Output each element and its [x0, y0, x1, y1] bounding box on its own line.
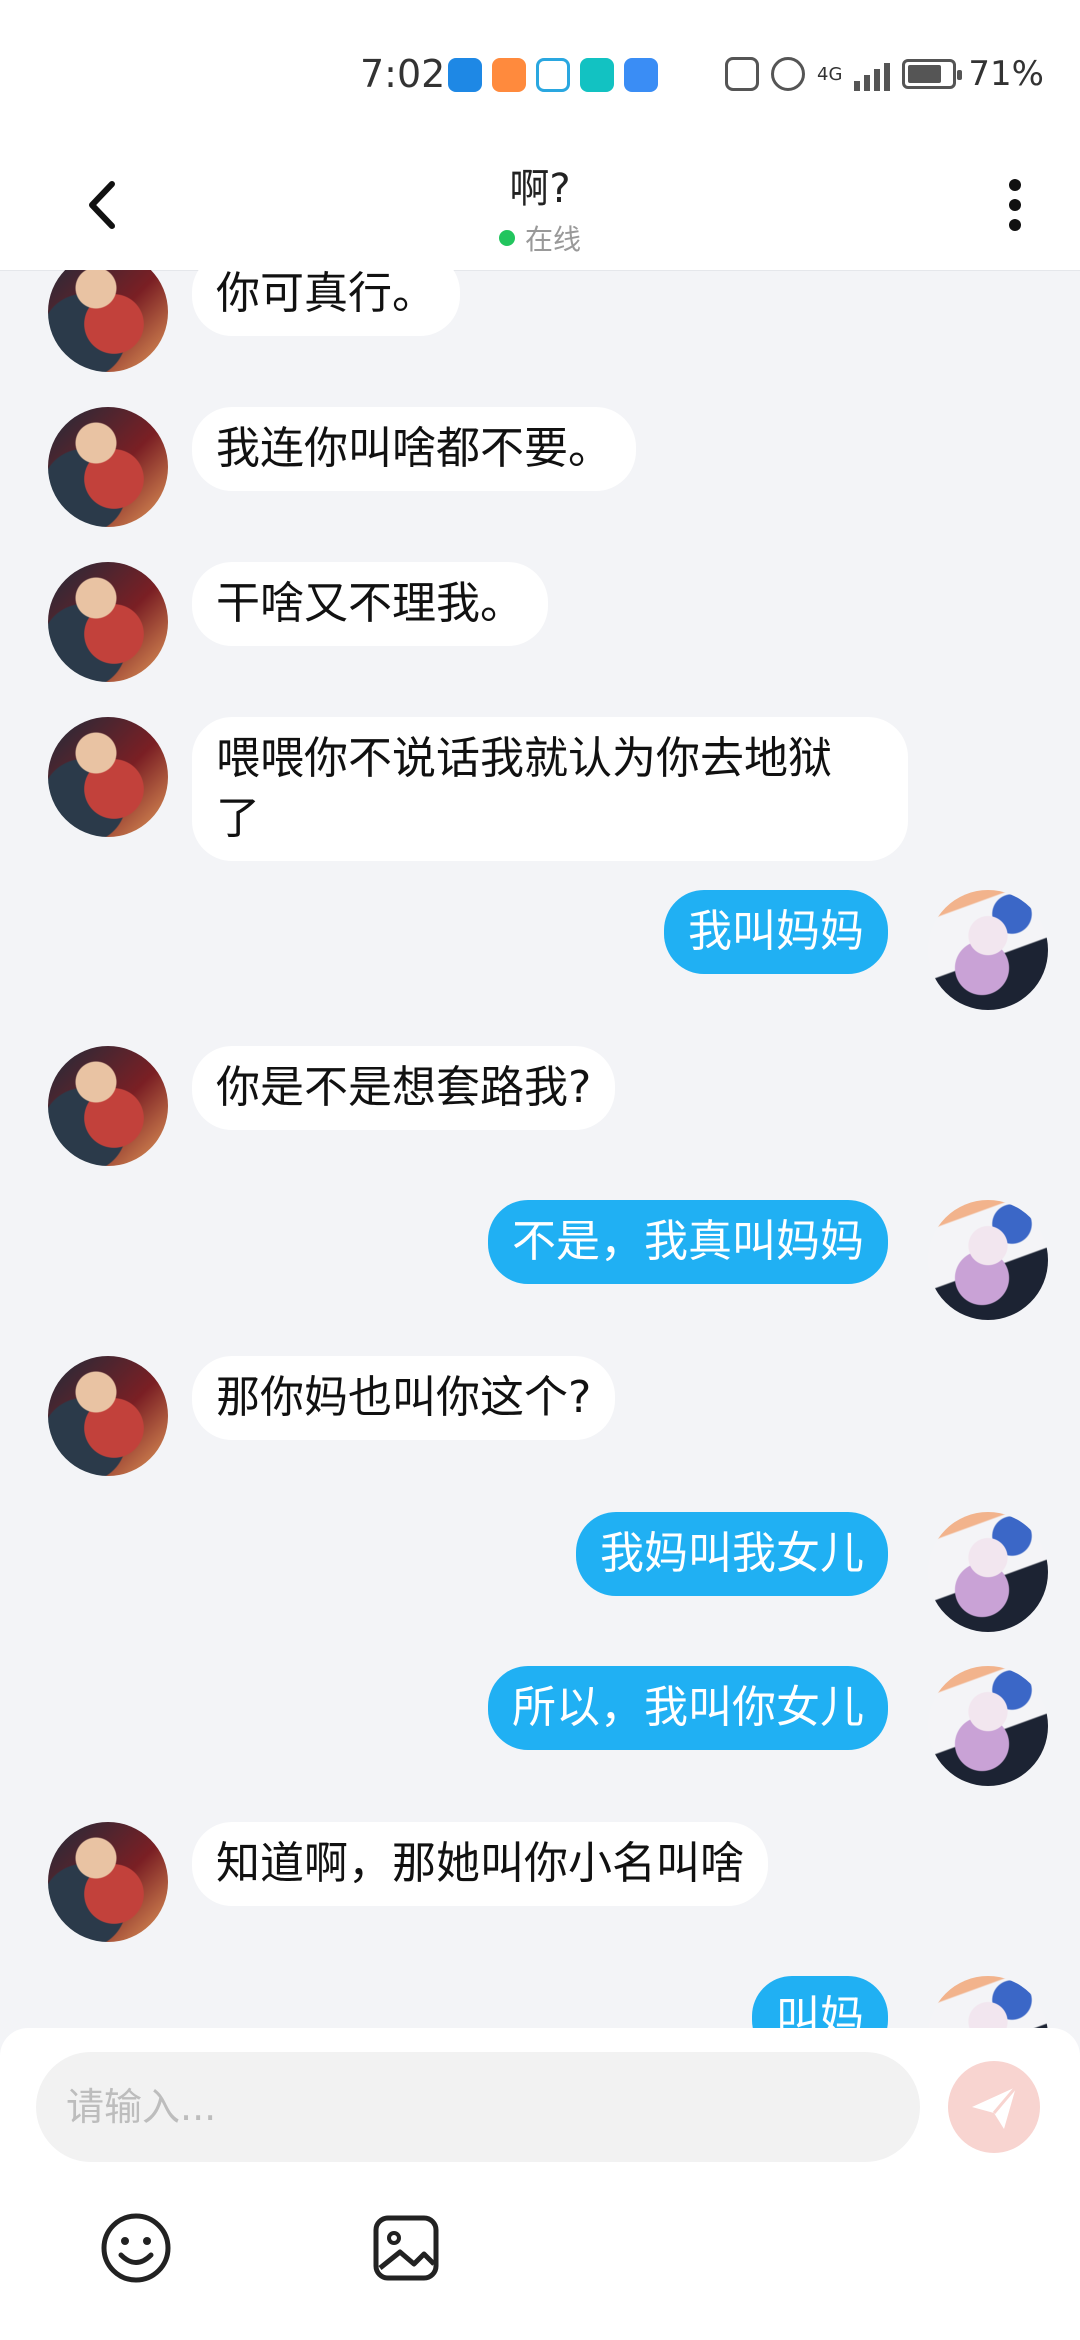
chat-title: 啊?	[509, 166, 571, 212]
send-icon	[972, 2086, 1018, 2129]
contact-avatar[interactable]	[48, 1046, 168, 1166]
status-time: 7:02	[360, 52, 446, 96]
contact-avatar[interactable]	[48, 717, 168, 837]
image-icon	[373, 2215, 439, 2281]
message-bubble[interactable]: 我叫妈妈	[664, 890, 888, 974]
app-notification-icon	[448, 58, 482, 92]
contact-avatar[interactable]	[48, 1822, 168, 1942]
chat-message-list[interactable]: 你可真行。 我连你叫啥都不要。 干啥又不理我。 喂喂你不说话我就认为你去地狱 了…	[0, 270, 1080, 2028]
cloud-app-icon	[624, 58, 658, 92]
message-bubble[interactable]: 干啥又不理我。	[192, 562, 548, 646]
message-bubble[interactable]: 你是不是想套路我?	[192, 1046, 616, 1130]
message-bubble[interactable]: 所以，我叫你女儿	[488, 1666, 888, 1750]
nfc-icon	[725, 57, 759, 91]
emoji-button[interactable]	[96, 2208, 176, 2288]
message-composer	[0, 2028, 1080, 2340]
chat-header: 啊? 在线	[0, 150, 1080, 271]
contact-avatar[interactable]	[48, 407, 168, 527]
contact-avatar[interactable]	[48, 1356, 168, 1476]
message-bubble[interactable]: 我妈叫我女儿	[576, 1512, 888, 1596]
battery-percent: 71%	[968, 54, 1044, 94]
more-vertical-icon	[1009, 179, 1021, 231]
online-status-label: 在线	[524, 223, 581, 256]
send-button[interactable]	[948, 2061, 1040, 2153]
online-status: 在线	[0, 218, 1080, 258]
alarm-icon	[771, 57, 805, 91]
message-bubble[interactable]: 那你妈也叫你这个?	[192, 1356, 616, 1440]
my-avatar[interactable]	[928, 1976, 1048, 2028]
status-system-icons: 4G 71%	[725, 54, 1044, 94]
chat-title-block: 啊? 在线	[0, 156, 1080, 258]
online-dot-icon	[498, 230, 515, 246]
status-app-icons	[448, 58, 658, 92]
my-avatar[interactable]	[928, 1512, 1048, 1632]
chat-app-icon	[536, 58, 570, 92]
network-type-label: 4G	[817, 63, 843, 85]
message-input[interactable]	[36, 2052, 920, 2162]
status-bar: 7:02 4G 71%	[0, 0, 1080, 150]
message-bubble[interactable]: 不是，我真叫妈妈	[488, 1200, 888, 1284]
image-button[interactable]	[366, 2208, 446, 2288]
more-options-button[interactable]	[995, 170, 1035, 240]
battery-icon	[902, 59, 963, 89]
my-avatar[interactable]	[928, 1200, 1048, 1320]
video-app-icon	[492, 58, 526, 92]
my-avatar[interactable]	[928, 1666, 1048, 1786]
signal-icon	[854, 57, 891, 91]
message-bubble[interactable]: 喂喂你不说话我就认为你去地狱 了	[192, 717, 908, 861]
message-bubble[interactable]: 你可真行。	[192, 270, 460, 336]
home-app-icon	[580, 58, 614, 92]
my-avatar[interactable]	[928, 890, 1048, 1010]
message-bubble[interactable]: 我连你叫啥都不要。	[192, 407, 636, 491]
message-bubble[interactable]: 叫妈	[752, 1976, 888, 2028]
emoji-icon	[101, 2213, 171, 2283]
message-bubble[interactable]: 知道啊，那她叫你小名叫啥	[192, 1822, 768, 1906]
contact-avatar[interactable]	[48, 270, 168, 372]
contact-avatar[interactable]	[48, 562, 168, 682]
